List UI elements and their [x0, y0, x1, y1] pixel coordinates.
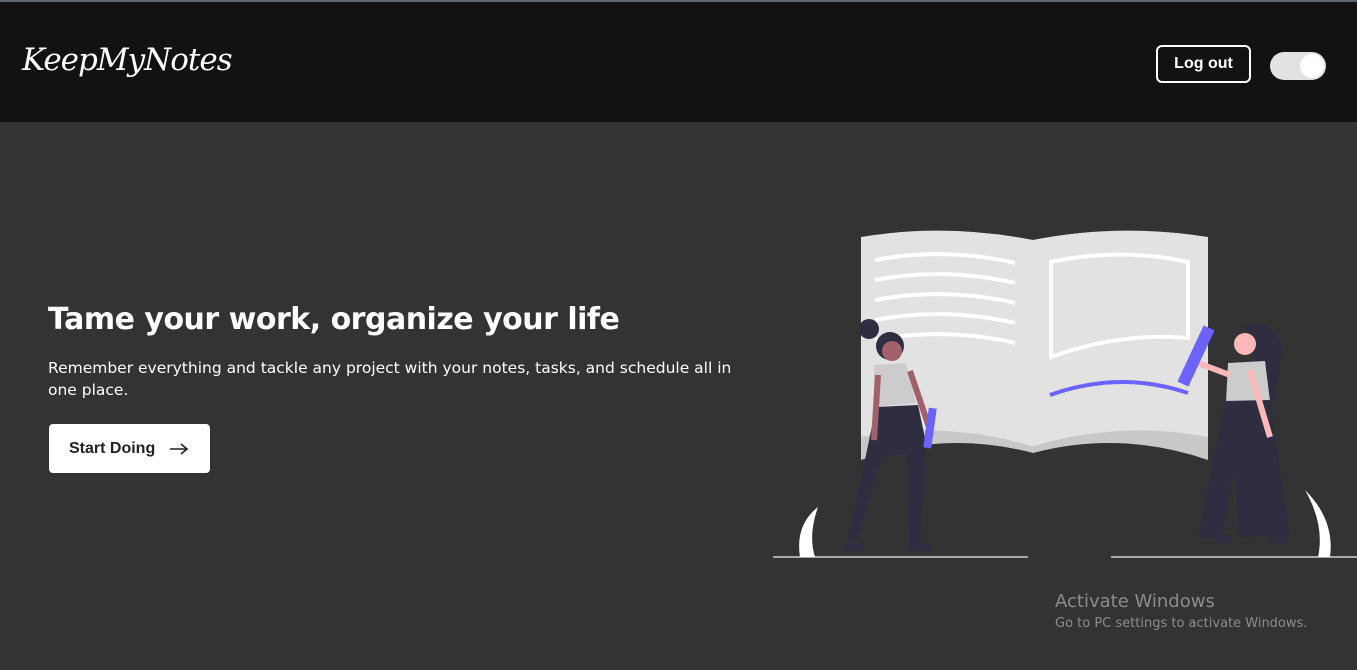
logout-button[interactable]: Log out	[1156, 45, 1251, 83]
hero-subtitle: Remember everything and tackle any proje…	[48, 359, 732, 399]
navbar: KeepMyNotes Log out	[0, 2, 1357, 122]
start-doing-button[interactable]: Start Doing	[49, 424, 210, 473]
toggle-knob	[1300, 54, 1324, 78]
logo[interactable]: KeepMyNotes	[22, 42, 233, 78]
watermark-title: Activate Windows	[1055, 591, 1215, 612]
theme-toggle[interactable]	[1270, 52, 1326, 80]
arrow-right-icon	[170, 442, 189, 455]
windows-activation-watermark: Activate Windows Go to PC settings to ac…	[1055, 591, 1307, 635]
watermark-subtitle: Go to PC settings to activate Windows.	[1055, 616, 1308, 631]
hero-title: Tame your work, organize your life	[48, 302, 620, 337]
hero-illustration	[773, 230, 1357, 558]
start-doing-label: Start Doing	[69, 439, 156, 457]
